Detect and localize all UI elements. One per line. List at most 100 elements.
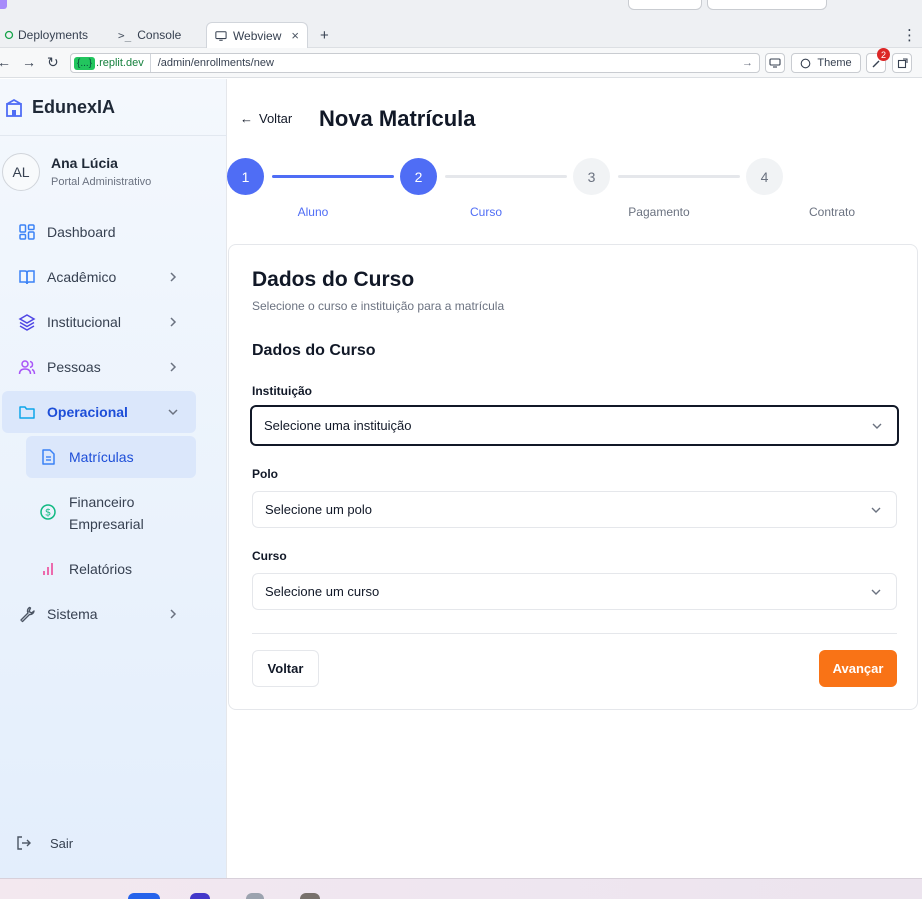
user-role: Portal Administrativo [51,176,152,188]
reload-icon[interactable]: ↻ [47,54,59,71]
devtools-button[interactable] [765,53,785,73]
course-select-value: Selecione um curso [265,584,380,599]
monitor-icon [215,30,227,41]
institution-label: Instituição [252,384,313,398]
next-button[interactable]: Avançar [819,650,897,687]
deployments-icon [4,30,14,40]
sidebar-item-pessoas[interactable]: Pessoas [2,346,196,388]
tab-webview[interactable]: Webview × [206,22,308,48]
course-label: Curso [252,549,287,563]
close-icon[interactable]: × [291,28,299,43]
open-external-button[interactable] [892,53,912,73]
step-3-circle[interactable]: 3 [573,158,610,195]
os-top-strip [0,0,922,18]
notification-badge: 2 [877,48,890,61]
monitor-icon [769,58,781,68]
wrench-button[interactable]: 2 [866,48,890,73]
tab-label: Webview [232,28,282,43]
chevron-down-icon [871,507,881,513]
tab-console[interactable]: >_ Console [110,22,189,48]
new-tab-button[interactable]: + [312,22,337,48]
folder-icon [19,406,35,419]
theme-label: Theme [817,57,852,69]
brand-name: EdunexIA [32,97,116,117]
dashboard-grid-icon [19,224,35,240]
sidebar-subitem-label: Matrículas [69,449,134,465]
sidebar-subitem-label: Relatórios [69,561,133,577]
chevron-right-icon [170,362,177,372]
os-taskbar [0,878,922,899]
sidebar-item-label: Pessoas [47,359,101,375]
url-path: /admin/enrollments/new [157,57,274,69]
sidebar-item-label: Sistema [47,606,98,622]
back-arrow-icon[interactable]: ← [0,54,11,70]
dollar-circle-icon: $ [40,504,56,520]
main-content: ← Voltar Nova Matrícula 1 2 3 4 Aluno Cu… [227,79,922,878]
section-title: Dados do Curso [252,342,376,359]
taskbar-app-icon[interactable] [128,893,160,899]
sidebar-item-label: Institucional [47,314,121,330]
sidebar-subitem-label: Financeiro Empresarial [69,494,144,532]
step-1-label: Aluno [297,205,329,219]
deploy-pill[interactable] [707,0,827,10]
chevron-right-icon [170,609,177,619]
back-link[interactable]: ← Voltar [240,111,292,126]
url-host: {...} .replit.dev [71,54,151,72]
sidebar-item-label: Operacional [47,404,128,420]
layers-icon [18,314,36,331]
sidebar-item-operacional[interactable]: Operacional [2,391,196,433]
sidebar-item-sistema[interactable]: Sistema [2,593,196,635]
external-link-icon [897,57,908,68]
chevron-down-icon [168,409,178,416]
sidebar-subitem-relatorios[interactable]: Relatórios [26,548,196,590]
browser-menu-icon[interactable]: ⋮ [894,22,922,48]
terminal-icon: >_ [118,28,132,42]
brand-logo[interactable]: EdunexIA [4,97,115,118]
taskbar-app-icon[interactable] [300,893,320,899]
chevron-right-icon [170,272,177,282]
palette-icon [801,58,811,68]
polo-label: Polo [252,467,278,481]
bar-chart-icon [43,563,53,575]
step-4-circle[interactable]: 4 [746,158,783,195]
logout-button[interactable]: Sair [16,835,73,851]
sidebar-item-label: Dashboard [47,224,116,240]
back-button[interactable]: Voltar [252,650,319,687]
avatar[interactable]: AL [2,153,40,191]
step-1-circle[interactable]: 1 [227,158,264,195]
step-connector-done [272,175,394,178]
step-4-label: Contrato [808,205,856,219]
users-icon [18,360,36,375]
page-title: Nova Matrícula [319,106,476,131]
institution-select-value: Selecione uma instituição [264,418,412,433]
taskbar-app-icon[interactable] [246,893,264,899]
taskbar-app-icon[interactable] [190,893,210,899]
search-pill[interactable] [628,0,702,10]
url-badge: {...} [74,56,96,70]
institution-select[interactable]: Selecione uma instituição [250,405,899,446]
sidebar-item-institucional[interactable]: Institucional [2,301,196,343]
step-2-circle[interactable]: 2 [400,158,437,195]
chevron-right-icon [170,317,177,327]
logout-label: Sair [50,835,74,851]
course-data-card: Dados do Curso Selecione o curso e insti… [228,244,918,710]
url-field[interactable]: {...} .replit.dev /admin/enrollments/new… [70,53,760,73]
step-3-label: Pagamento [628,205,690,219]
forward-arrow-icon[interactable]: → [22,54,36,70]
polo-select[interactable]: Selecione um polo [252,491,897,528]
go-arrow-icon[interactable]: → [742,57,759,69]
sidebar-subitem-matriculas[interactable]: Matrículas [26,436,196,478]
url-host-text: .replit.dev [96,57,144,69]
sidebar-item-dashboard[interactable]: Dashboard [2,211,196,253]
wrench-icon [20,606,35,623]
tab-deployments[interactable]: Deployments [0,22,96,48]
address-bar: ← → ↻ {...} .replit.dev /admin/enrollmen… [0,48,922,78]
browser-tabs-bar: Deployments >_ Console Webview × + ⋮ [0,18,922,48]
course-select[interactable]: Selecione um curso [252,573,897,610]
sidebar-subitem-financeiro[interactable]: $ Financeiro Empresarial [26,482,196,542]
svg-text:$: $ [45,508,51,519]
sidebar-item-academico[interactable]: Acadêmico [2,256,196,298]
sidebar: EdunexIA AL Ana Lúcia Portal Administrat… [0,79,227,878]
file-text-icon [42,449,55,465]
theme-button[interactable]: Theme [791,53,861,73]
